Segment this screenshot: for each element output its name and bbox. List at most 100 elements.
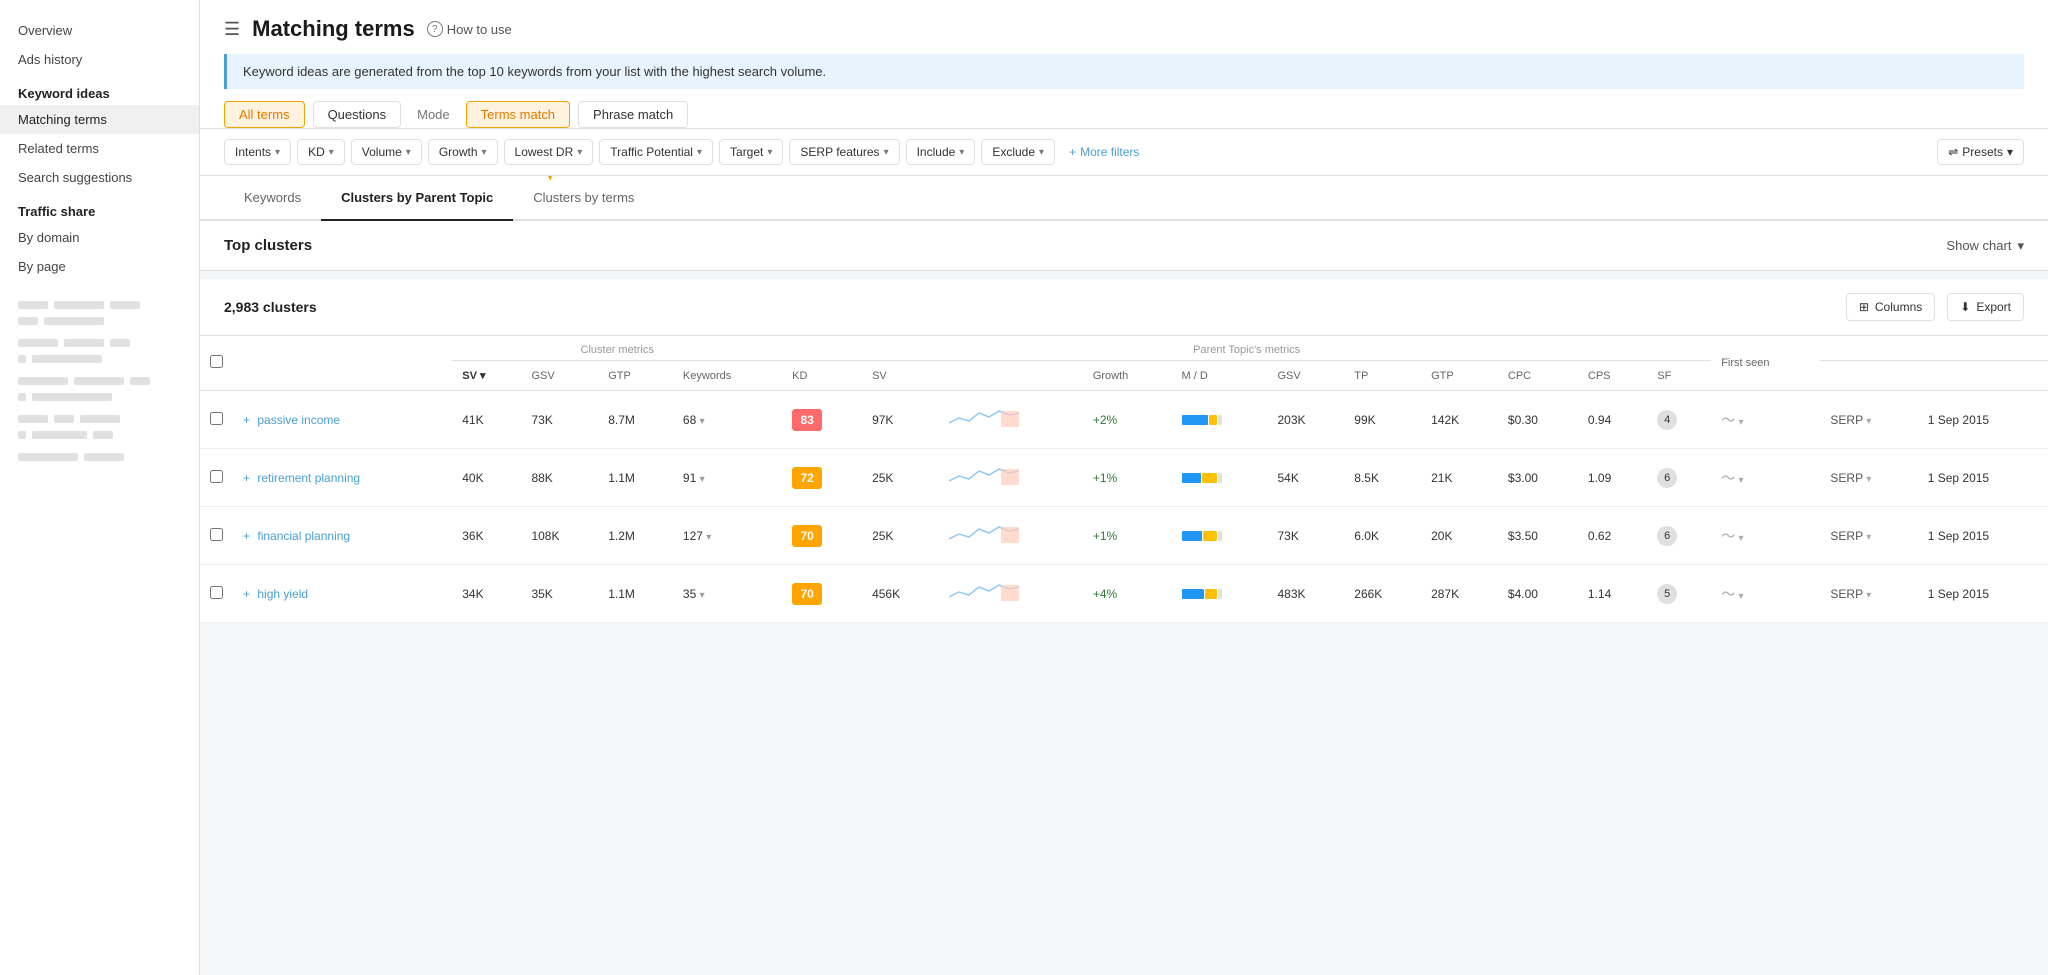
gtp-cell: 1.2M <box>598 507 673 565</box>
trend-icon: 〜 <box>1721 412 1735 428</box>
keyword-link[interactable]: financial planning <box>257 529 350 543</box>
gsv-cell: 88K <box>521 449 598 507</box>
first-seen-cell: 1 Sep 2015 <box>1918 391 2048 449</box>
filter-kd[interactable]: KD ▾ <box>297 139 345 165</box>
filter-lowest-dr[interactable]: Lowest DR ▾ <box>504 139 594 165</box>
filter-traffic-potential[interactable]: Traffic Potential ▾ <box>599 139 713 165</box>
th-md: M / D <box>1172 361 1268 391</box>
expand-icon[interactable]: + <box>243 587 250 601</box>
gtp-cell: 8.7M <box>598 391 673 449</box>
kd-cell: 83 <box>782 391 862 449</box>
table-actions: ⊞ Columns ⬇ Export <box>1846 293 2024 321</box>
th-sf: SF <box>1647 361 1711 391</box>
sidebar-item-by-domain[interactable]: By domain <box>0 223 199 252</box>
th-sv-sort[interactable]: SV ▾ <box>452 361 521 391</box>
tab-all-terms[interactable]: All terms <box>224 101 305 128</box>
filter-volume[interactable]: Volume ▾ <box>351 139 422 165</box>
filter-target[interactable]: Target ▾ <box>719 139 783 165</box>
page-header: ☰ Matching terms ? How to use Keyword id… <box>200 0 2048 129</box>
more-filters-button[interactable]: + More filters <box>1061 140 1147 164</box>
row-checkbox-cell[interactable] <box>200 449 233 507</box>
export-button[interactable]: ⬇ Export <box>1947 293 2024 321</box>
row-checkbox-cell[interactable] <box>200 565 233 623</box>
row-checkbox-cell[interactable] <box>200 391 233 449</box>
how-to-use-link[interactable]: ? How to use <box>427 21 512 37</box>
keyword-link[interactable]: retirement planning <box>257 471 360 485</box>
sv2-cell: 97K <box>862 391 939 449</box>
table-row: + retirement planning 40K 88K 1.1M 91 ▾ … <box>200 449 2048 507</box>
table-toolbar: 2,983 clusters ⊞ Columns ⬇ Export <box>200 279 2048 336</box>
trend-sparkline-cell[interactable]: 〜 ▾ <box>1711 507 1820 565</box>
th-serp <box>1918 361 2048 391</box>
show-chart-button[interactable]: Show chart ▾ <box>1946 238 2024 254</box>
tab-clusters-by-terms[interactable]: Clusters by terms <box>513 176 654 221</box>
first-seen-cell: 1 Sep 2015 <box>1918 565 2048 623</box>
sv2-cell: 456K <box>862 565 939 623</box>
keyword-tabs-row: All terms Questions Mode Terms match Phr… <box>224 101 2024 128</box>
gtp2-cell: 287K <box>1421 565 1498 623</box>
tab-clusters-parent-topic[interactable]: Clusters by Parent Topic <box>321 176 513 221</box>
cpc-cell: $3.00 <box>1498 449 1578 507</box>
sidebar-item-by-page[interactable]: By page <box>0 252 199 281</box>
filter-growth[interactable]: Growth ▾ <box>428 139 498 165</box>
th-parent-topic <box>233 336 452 391</box>
chevron-down-icon: ▾ <box>577 147 582 158</box>
row-checkbox[interactable] <box>210 586 223 599</box>
filter-serp-features[interactable]: SERP features ▾ <box>789 139 899 165</box>
expand-icon[interactable]: + <box>243 529 250 543</box>
tab-keywords[interactable]: Keywords <box>224 176 321 221</box>
sv-cell: 40K <box>452 449 521 507</box>
sf-cell: 4 <box>1647 391 1711 449</box>
sidebar-item-ads-history[interactable]: Ads history <box>0 45 199 74</box>
tp-cell: 8.5K <box>1344 449 1421 507</box>
sparkline-cell <box>939 449 1083 507</box>
view-tabs-container: Keywords Clusters by Parent Topic Cluste… <box>200 176 2048 221</box>
first-seen-cell: 1 Sep 2015 <box>1918 507 2048 565</box>
th-cpc: CPC <box>1498 361 1578 391</box>
filter-include[interactable]: Include ▾ <box>906 139 976 165</box>
tab-questions[interactable]: Questions <box>313 101 402 128</box>
tab-phrase-match[interactable]: Phrase match <box>578 101 688 128</box>
serp-cell[interactable]: SERP ▾ <box>1820 565 1917 623</box>
table-row: + high yield 34K 35K 1.1M 35 ▾ 70 456K +… <box>200 565 2048 623</box>
filter-exclude[interactable]: Exclude ▾ <box>981 139 1055 165</box>
trend-sparkline-cell[interactable]: 〜 ▾ <box>1711 565 1820 623</box>
keywords-cell: 68 ▾ <box>673 391 782 449</box>
serp-cell[interactable]: SERP ▾ <box>1820 391 1917 449</box>
serp-cell[interactable]: SERP ▾ <box>1820 507 1917 565</box>
row-checkbox[interactable] <box>210 470 223 483</box>
filter-intents[interactable]: Intents ▾ <box>224 139 291 165</box>
columns-button[interactable]: ⊞ Columns <box>1846 293 1935 321</box>
trend-icon: 〜 <box>1721 586 1735 602</box>
cpc-cell: $0.30 <box>1498 391 1578 449</box>
expand-icon[interactable]: + <box>243 413 250 427</box>
keyword-link[interactable]: passive income <box>257 413 340 427</box>
hamburger-icon[interactable]: ☰ <box>224 19 240 40</box>
sidebar-item-search-suggestions[interactable]: Search suggestions <box>0 163 199 192</box>
sidebar-item-overview[interactable]: Overview <box>0 16 199 45</box>
trend-icon: 〜 <box>1721 528 1735 544</box>
cps-cell: 0.62 <box>1578 507 1647 565</box>
row-checkbox[interactable] <box>210 412 223 425</box>
row-checkbox-cell[interactable] <box>200 507 233 565</box>
expand-icon[interactable]: + <box>243 471 250 485</box>
sidebar-blurred-section <box>0 301 199 461</box>
columns-icon: ⊞ <box>1859 300 1869 314</box>
view-tabs: Keywords Clusters by Parent Topic Cluste… <box>200 176 2048 221</box>
presets-button[interactable]: ⇌ Presets ▾ <box>1937 139 2024 165</box>
gsv-cell: 73K <box>521 391 598 449</box>
trend-sparkline-cell[interactable]: 〜 ▾ <box>1711 449 1820 507</box>
row-checkbox[interactable] <box>210 528 223 541</box>
trend-sparkline-cell[interactable]: 〜 ▾ <box>1711 391 1820 449</box>
sidebar-item-matching-terms[interactable]: Matching terms <box>0 105 199 134</box>
keyword-link[interactable]: high yield <box>257 587 308 601</box>
serp-cell[interactable]: SERP ▾ <box>1820 449 1917 507</box>
kd-cell: 72 <box>782 449 862 507</box>
gsv-cell: 108K <box>521 507 598 565</box>
table-body: + passive income 41K 73K 8.7M 68 ▾ 83 97… <box>200 391 2048 623</box>
plus-expand-cell: + retirement planning <box>233 449 452 507</box>
sidebar-item-related-terms[interactable]: Related terms <box>0 134 199 163</box>
th-sparkline <box>939 361 1083 391</box>
select-all-checkbox[interactable] <box>210 355 223 368</box>
tab-terms-match[interactable]: Terms match <box>466 101 570 128</box>
